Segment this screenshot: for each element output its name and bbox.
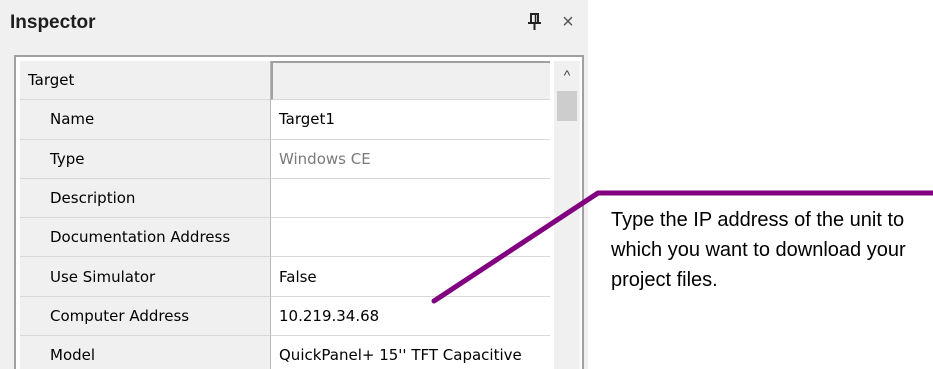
property-value-description[interactable]	[271, 178, 550, 219]
property-name: Description	[20, 178, 271, 219]
property-value-documentation-address[interactable]	[271, 218, 550, 258]
property-name: Documentation Address	[20, 218, 271, 258]
property-value-name[interactable]: Target1	[271, 100, 550, 140]
property-value-use-simulator[interactable]: False	[271, 257, 550, 297]
property-row-description[interactable]: Description	[20, 178, 550, 219]
property-row-documentation-address[interactable]: Documentation Address	[20, 218, 550, 258]
panel-title: Inspector	[10, 12, 96, 33]
scrollbar-thumb[interactable]	[557, 91, 577, 121]
property-row-use-simulator[interactable]: Use Simulator False	[20, 257, 550, 297]
callout-text: Type the IP address of the unit to which…	[611, 209, 906, 291]
panel-header: Inspector ×	[0, 0, 588, 46]
property-name: Type	[20, 139, 271, 179]
category-label: Target	[20, 61, 271, 101]
close-icon[interactable]: ×	[558, 11, 578, 33]
category-value	[271, 61, 550, 101]
property-value-computer-address[interactable]: 10.219.34.68	[271, 296, 550, 337]
property-grid-rows: Target Name Target1 Type Windows CE Desc…	[20, 61, 550, 369]
property-name: Name	[20, 100, 271, 140]
property-row-computer-address[interactable]: Computer Address 10.219.34.68	[20, 296, 550, 337]
property-row-model[interactable]: Model QuickPanel+ 15'' TFT Capacitive	[20, 336, 550, 369]
scroll-up-arrow-icon[interactable]: ^	[554, 61, 580, 89]
property-row-name[interactable]: Name Target1	[20, 100, 550, 140]
property-grid: Target Name Target1 Type Windows CE Desc…	[14, 55, 584, 369]
property-row-type[interactable]: Type Windows CE	[20, 139, 550, 179]
property-name: Computer Address	[20, 296, 271, 337]
property-name: Model	[20, 336, 271, 369]
pin-icon[interactable]	[526, 12, 544, 32]
inspector-panel: Inspector × Target Name Target1 Type Win…	[0, 0, 588, 369]
property-value-type: Windows CE	[271, 139, 550, 179]
category-row-target[interactable]: Target	[20, 61, 550, 101]
screenshot-stage: Inspector × Target Name Target1 Type Win…	[0, 0, 933, 369]
property-value-model[interactable]: QuickPanel+ 15'' TFT Capacitive	[271, 336, 550, 369]
vertical-scrollbar[interactable]: ^	[554, 61, 580, 369]
property-name: Use Simulator	[20, 257, 271, 297]
